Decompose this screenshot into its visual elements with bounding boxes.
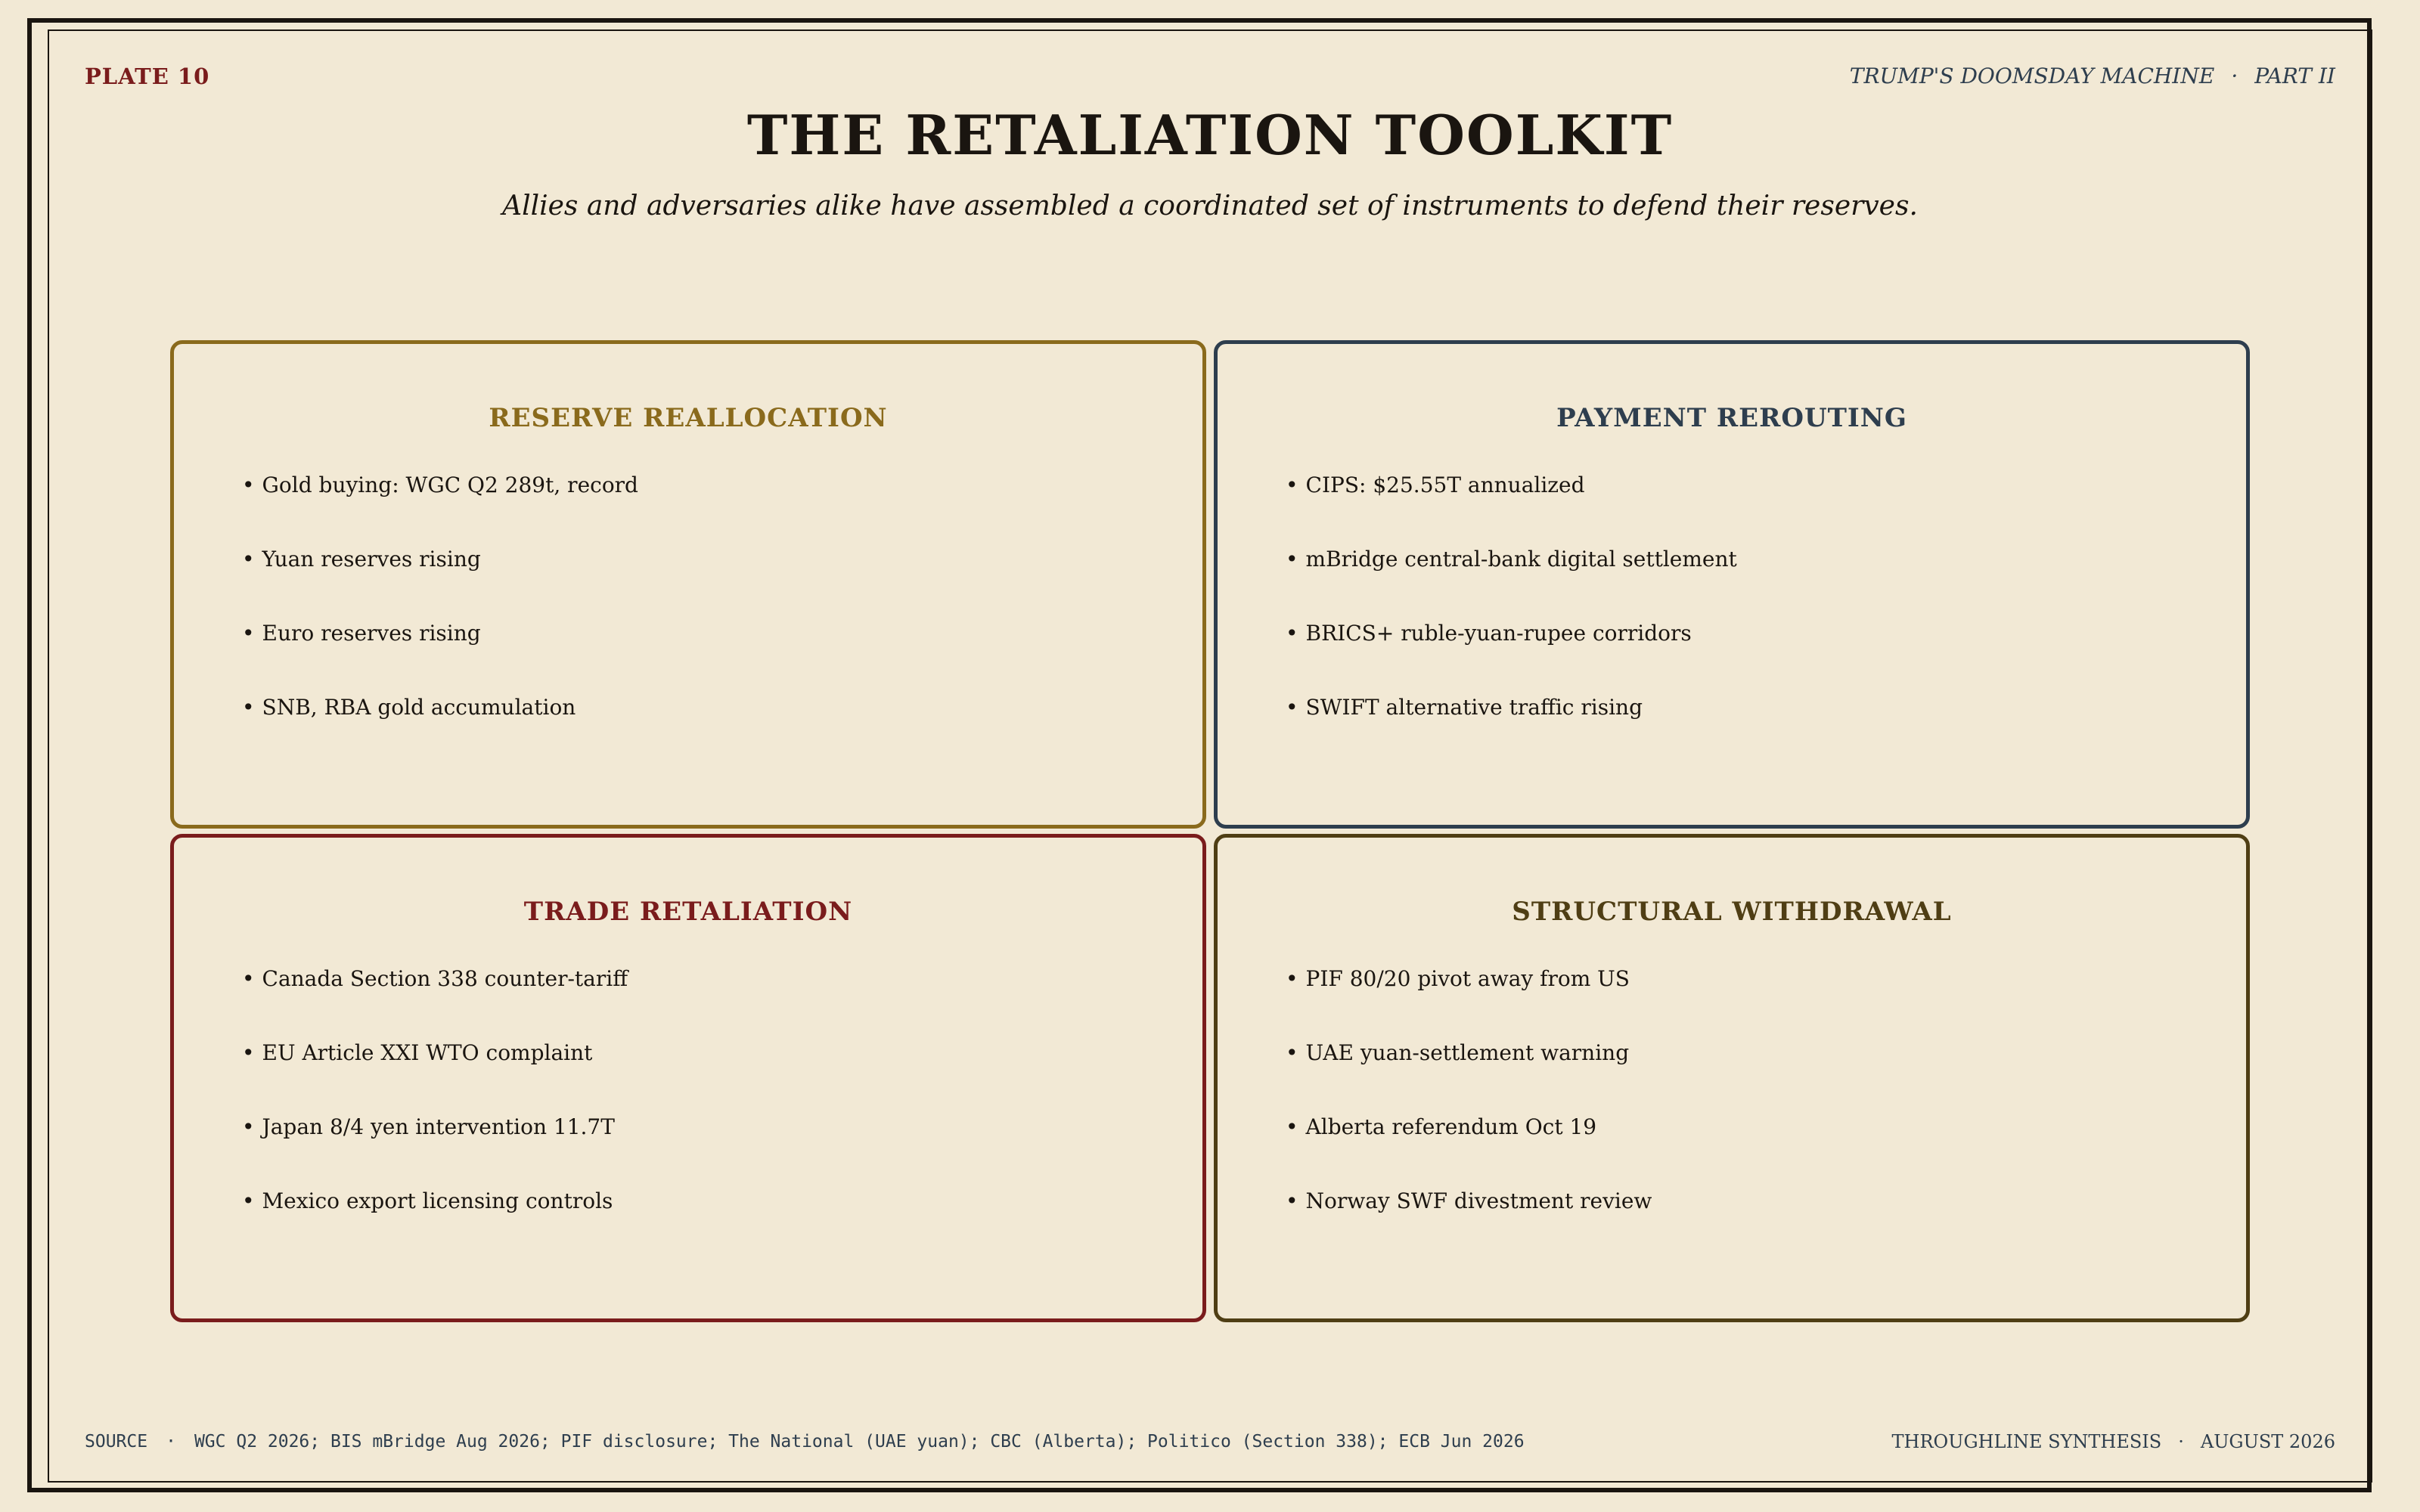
panel-list: • PIF 80/20 pivot away from US • UAE yuan-… [1286, 966, 1652, 1263]
panel-list: • Canada Section 338 counter-tariff • EU A… [242, 966, 628, 1263]
plate-label: PLATE 10 [85, 64, 210, 89]
list-item: • SWIFT alternative traffic rising [1286, 695, 1643, 720]
list-item: • SNB, RBA gold accumulation [242, 695, 576, 720]
panel-reserve-reallocation: RESERVE REALLOCATION • Gold buying: WGC Q… [170, 340, 1206, 829]
credit-name: THROUGHLINE SYNTHESIS [1891, 1431, 2162, 1452]
panel-title: STRUCTURAL WITHDRAWAL [1512, 897, 1952, 927]
list-item: • CIPS: $25.55T annualized [1286, 472, 1585, 497]
bullet-icon: • [242, 621, 255, 646]
panel-title: RESERVE REALLOCATION [489, 403, 888, 433]
bullet-icon: • [242, 1114, 255, 1139]
panel-structural-withdrawal: STRUCTURAL WITHDRAWAL • PIF 80/20 pivot a… [1214, 834, 2250, 1322]
source-separator: · [166, 1432, 176, 1452]
series-title: TRUMP'S DOOMSDAY MACHINE [1849, 64, 2215, 88]
bullet-icon: • [1286, 695, 1298, 720]
bullet-icon: • [242, 1040, 255, 1065]
bullet-icon: • [1286, 966, 1298, 991]
credit-line: THROUGHLINE SYNTHESIS · AUGUST 2026 [1892, 1431, 2335, 1452]
bullet-icon: • [242, 547, 255, 572]
list-item: • Euro reserves rising [242, 621, 481, 646]
bullet-icon: • [242, 1188, 255, 1213]
panel-payment-rerouting: PAYMENT REROUTING • CIPS: $25.55T annuali… [1214, 340, 2250, 829]
list-item: • Mexico export licensing controls [242, 1188, 613, 1213]
panel-title: TRADE RETALIATION [523, 897, 853, 927]
page-subtitle: Allies and adversaries alike have assemb… [502, 191, 1918, 222]
bullet-icon: • [242, 966, 255, 991]
source-text: WGC Q2 2026; BIS mBridge Aug 2026; PIF d… [194, 1432, 1525, 1452]
list-item: • BRICS+ ruble-yuan-rupee corridors [1286, 621, 1692, 646]
list-item: • mBridge central-bank digital settlement [1286, 547, 1737, 572]
list-item: • Japan 8/4 yen intervention 11.7T [242, 1114, 615, 1139]
bullet-icon: • [1286, 472, 1298, 497]
list-item: • Yuan reserves rising [242, 547, 481, 572]
bullet-icon: • [1286, 1188, 1298, 1213]
bullet-icon: • [1286, 547, 1298, 572]
bullet-icon: • [1286, 1114, 1298, 1139]
credit-separator: · [2178, 1431, 2184, 1452]
panel-list: • CIPS: $25.55T annualized • mBridge centr… [1286, 472, 1737, 769]
bullet-icon: • [1286, 1040, 1298, 1065]
bullet-icon: • [242, 472, 255, 497]
credit-date: AUGUST 2026 [2200, 1431, 2335, 1452]
panel-title: PAYMENT REROUTING [1556, 403, 1907, 433]
panel-list: • Gold buying: WGC Q2 289t, record • Yuan … [242, 472, 638, 769]
list-item: • UAE yuan-settlement warning [1286, 1040, 1630, 1065]
bullet-icon: • [1286, 621, 1298, 646]
list-item: • Canada Section 338 counter-tariff [242, 966, 628, 991]
series-header: TRUMP'S DOOMSDAY MACHINE · PART II [1850, 64, 2335, 88]
list-item: • Norway SWF divestment review [1286, 1188, 1652, 1213]
panel-trade-retaliation: TRADE RETALIATION • Canada Section 338 co… [170, 834, 1206, 1322]
list-item: • EU Article XXI WTO complaint [242, 1040, 593, 1065]
series-separator: · [2231, 64, 2238, 88]
list-item: • Gold buying: WGC Q2 289t, record [242, 472, 638, 497]
source-label: SOURCE [85, 1432, 148, 1452]
list-item: • Alberta referendum Oct 19 [1286, 1114, 1597, 1139]
series-part: PART II [2254, 64, 2335, 88]
source-line: SOURCE · WGC Q2 2026; BIS mBridge Aug 20… [85, 1432, 1525, 1452]
list-item: • PIF 80/20 pivot away from US [1286, 966, 1630, 991]
page-title: THE RETALIATION TOOLKIT [746, 103, 1674, 167]
bullet-icon: • [242, 695, 255, 720]
